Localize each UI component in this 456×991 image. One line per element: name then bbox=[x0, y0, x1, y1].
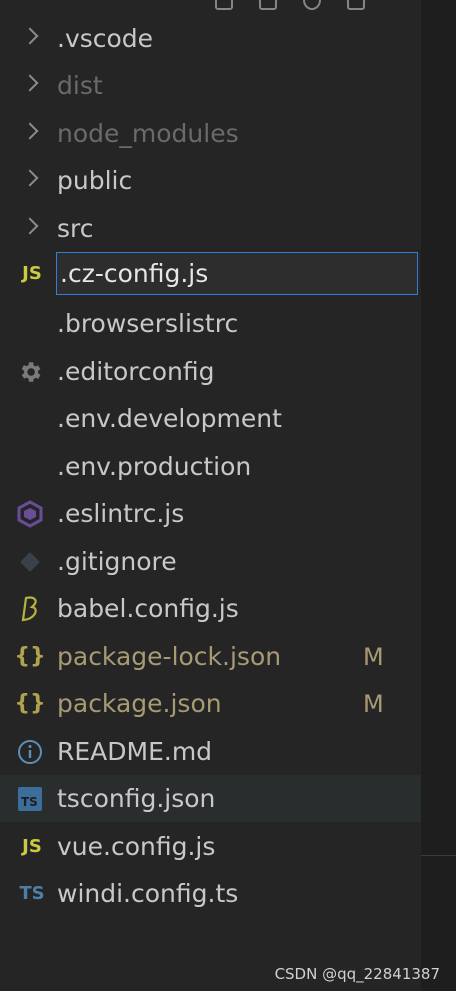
file-label: package-lock.json bbox=[57, 642, 282, 671]
file-label: README.md bbox=[57, 737, 213, 766]
tsconfig-icon: TS bbox=[16, 785, 44, 813]
refresh-icon[interactable] bbox=[303, 0, 321, 10]
file-row-babel-config[interactable]: babel.config.js bbox=[0, 585, 421, 632]
babel-icon bbox=[16, 595, 44, 623]
file-label: .env.development bbox=[57, 404, 282, 433]
folder-vscode[interactable]: .vscode bbox=[0, 15, 421, 62]
gear-icon bbox=[16, 358, 44, 386]
eslint-icon bbox=[16, 499, 44, 528]
new-folder-icon[interactable] bbox=[259, 0, 277, 10]
file-label: package.json bbox=[57, 689, 222, 718]
folder-node-modules[interactable]: node_modules bbox=[0, 110, 421, 157]
file-row-browserslistrc[interactable]: .browserslistrc bbox=[0, 300, 421, 347]
json-braces-icon: {} bbox=[14, 691, 46, 716]
folder-src[interactable]: src bbox=[0, 205, 421, 252]
file-row-eslintrc[interactable]: .eslintrc.js bbox=[0, 490, 421, 537]
chevron-right-icon bbox=[21, 27, 39, 45]
folder-label: .vscode bbox=[57, 24, 154, 53]
modified-badge: M bbox=[363, 689, 384, 718]
ts-icon: TS bbox=[19, 883, 45, 904]
file-row-windi-config[interactable]: TS windi.config.ts bbox=[0, 870, 421, 917]
file-row-env-production[interactable]: .env.production bbox=[0, 443, 421, 490]
git-icon bbox=[16, 548, 44, 576]
lines-icon bbox=[22, 405, 42, 433]
file-row-tsconfig[interactable]: TS tsconfig.json bbox=[0, 775, 421, 822]
rename-input[interactable] bbox=[56, 252, 418, 295]
new-file-icon[interactable] bbox=[215, 0, 233, 10]
svg-text:TS: TS bbox=[21, 795, 38, 809]
divider bbox=[421, 855, 456, 856]
folder-dist[interactable]: dist bbox=[0, 62, 421, 109]
file-label: .env.production bbox=[57, 452, 252, 481]
file-row-package-json[interactable]: {} package.json M bbox=[0, 680, 421, 727]
file-row-gitignore[interactable]: .gitignore bbox=[0, 538, 421, 585]
file-label: .editorconfig bbox=[57, 357, 215, 386]
folder-label: public bbox=[57, 166, 133, 195]
file-label: babel.config.js bbox=[57, 594, 239, 623]
editor-area bbox=[421, 0, 456, 991]
chevron-right-icon bbox=[21, 122, 39, 140]
folder-label: src bbox=[57, 214, 94, 243]
js-icon: JS bbox=[22, 836, 42, 857]
file-row-readme[interactable]: README.md bbox=[0, 728, 421, 775]
folder-label: node_modules bbox=[57, 119, 239, 148]
explorer-toolbar bbox=[215, 0, 365, 10]
file-row-env-development[interactable]: .env.development bbox=[0, 395, 421, 442]
file-label: .browserslistrc bbox=[57, 309, 239, 338]
file-label: windi.config.ts bbox=[57, 879, 239, 908]
json-braces-icon: {} bbox=[14, 644, 46, 669]
chevron-right-icon bbox=[21, 74, 39, 92]
chevron-right-icon bbox=[21, 217, 39, 235]
watermark: CSDN @qq_22841387 bbox=[274, 965, 440, 983]
file-row-editorconfig[interactable]: .editorconfig bbox=[0, 348, 421, 395]
lines-icon bbox=[22, 310, 42, 338]
chevron-right-icon bbox=[21, 169, 39, 187]
file-label: .eslintrc.js bbox=[57, 499, 185, 528]
file-label: vue.config.js bbox=[57, 832, 216, 861]
file-row-package-lock[interactable]: {} package-lock.json M bbox=[0, 633, 421, 680]
js-icon: JS bbox=[22, 263, 42, 284]
file-label: .gitignore bbox=[57, 547, 177, 576]
info-icon bbox=[16, 738, 44, 766]
file-explorer: .vscode dist node_modules public src JS … bbox=[0, 0, 421, 991]
lines-icon bbox=[22, 453, 42, 481]
file-label: tsconfig.json bbox=[57, 784, 216, 813]
collapse-all-icon[interactable] bbox=[347, 0, 365, 10]
folder-label: dist bbox=[57, 71, 103, 100]
folder-public[interactable]: public bbox=[0, 157, 421, 204]
file-row-vue-config[interactable]: JS vue.config.js bbox=[0, 823, 421, 870]
modified-badge: M bbox=[363, 642, 384, 671]
